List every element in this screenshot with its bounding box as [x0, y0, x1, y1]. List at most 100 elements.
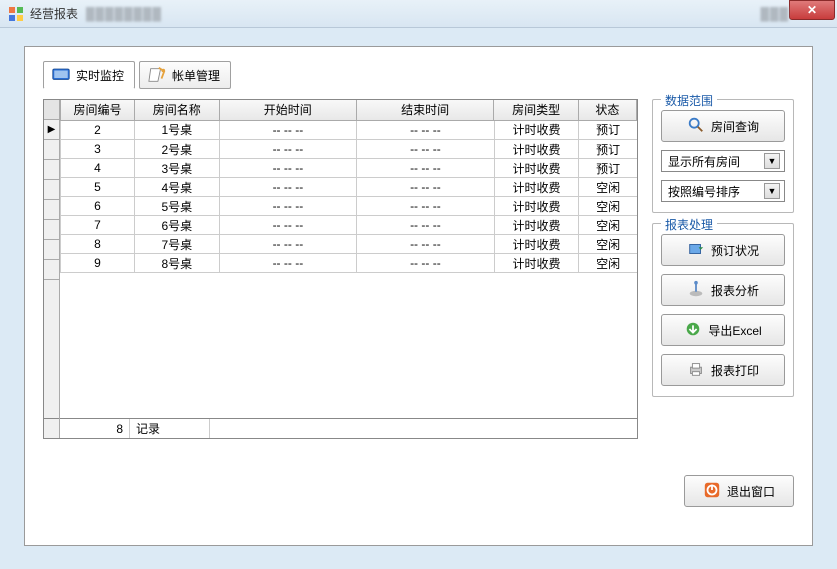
- cell-end: -- -- --: [357, 159, 495, 178]
- cell-name: 4号桌: [135, 178, 220, 197]
- cell-end: -- -- --: [357, 121, 495, 140]
- room-search-button[interactable]: 房间查询: [661, 110, 785, 142]
- power-icon: [703, 481, 721, 502]
- cell-name: 1号桌: [135, 121, 220, 140]
- legend: 报表处理: [661, 216, 717, 233]
- table-row[interactable]: 65号桌-- -- ---- -- --计时收费空闲: [61, 197, 638, 216]
- col-room-name[interactable]: 房间名称: [134, 100, 219, 120]
- button-label: 报表打印: [711, 362, 759, 379]
- chevron-down-icon: ▼: [764, 153, 780, 169]
- row-header-column: ▶: [44, 100, 60, 438]
- cell-start: -- -- --: [219, 235, 357, 254]
- grid-footer: 8 记录: [60, 418, 637, 438]
- cell-start: -- -- --: [219, 140, 357, 159]
- booking-status-button[interactable]: 预订状况: [661, 234, 785, 266]
- titlebar: 经营报表 ████████ ███ ✕: [0, 0, 837, 28]
- group-data-scope: 数据范围 房间查询 显示所有房间 ▼ 按照编号排序 ▼: [652, 99, 794, 213]
- sort-select[interactable]: 按照编号排序 ▼: [661, 180, 785, 202]
- cell-end: -- -- --: [357, 178, 495, 197]
- report-analysis-button[interactable]: 报表分析: [661, 274, 785, 306]
- export-icon: [684, 320, 702, 341]
- group-report-process: 报表处理 预订状况 报表分析 导出Excel: [652, 223, 794, 397]
- cell-type: 计时收费: [494, 178, 579, 197]
- cell-start: -- -- --: [219, 216, 357, 235]
- cell-end: -- -- --: [357, 216, 495, 235]
- bill-icon: [146, 66, 168, 84]
- col-room-id[interactable]: 房间编号: [61, 100, 135, 120]
- grid-rows: 21号桌-- -- ---- -- --计时收费预订32号桌-- -- ----…: [60, 121, 637, 274]
- close-icon: ✕: [807, 3, 817, 17]
- cell-status: 预订: [579, 159, 637, 178]
- table-row[interactable]: 32号桌-- -- ---- -- --计时收费预订: [61, 140, 638, 159]
- button-label: 导出Excel: [708, 322, 761, 339]
- tab-bar: 实时监控 帐单管理: [43, 61, 794, 89]
- cell-name: 5号桌: [135, 197, 220, 216]
- cell-end: -- -- --: [357, 197, 495, 216]
- window-title: 经营报表: [30, 5, 78, 22]
- cell-id: 4: [61, 159, 135, 178]
- data-grid[interactable]: ▶ 房间编号 房间名称 开始时间 结束时间 房间类型: [43, 99, 638, 439]
- cell-id: 2: [61, 121, 135, 140]
- cell-name: 6号桌: [135, 216, 220, 235]
- monitor-icon: [50, 66, 72, 84]
- cell-id: 6: [61, 197, 135, 216]
- cell-status: 空闲: [579, 216, 637, 235]
- table-row[interactable]: 98号桌-- -- ---- -- --计时收费空闲: [61, 254, 638, 273]
- table-row[interactable]: 76号桌-- -- ---- -- --计时收费空闲: [61, 216, 638, 235]
- booking-icon: [687, 240, 705, 261]
- cell-id: 3: [61, 140, 135, 159]
- cell-id: 8: [61, 235, 135, 254]
- cell-id: 5: [61, 178, 135, 197]
- select-value: 按照编号排序: [668, 183, 740, 200]
- cell-status: 预订: [579, 121, 637, 140]
- cell-start: -- -- --: [219, 159, 357, 178]
- blurred-text: ████████: [86, 7, 680, 21]
- record-count: 8: [116, 422, 123, 436]
- button-label: 房间查询: [711, 118, 759, 135]
- cell-name: 3号桌: [135, 159, 220, 178]
- export-excel-button[interactable]: 导出Excel: [661, 314, 785, 346]
- cell-start: -- -- --: [219, 197, 357, 216]
- button-label: 预订状况: [711, 242, 759, 259]
- cell-start: -- -- --: [219, 121, 357, 140]
- app-icon: [8, 6, 24, 22]
- button-label: 报表分析: [711, 282, 759, 299]
- col-status[interactable]: 状态: [578, 100, 636, 120]
- search-icon: [687, 116, 705, 137]
- blurred-text-2: ███: [680, 7, 789, 21]
- cell-status: 空闲: [579, 254, 637, 273]
- table-row[interactable]: 54号桌-- -- ---- -- --计时收费空闲: [61, 178, 638, 197]
- col-room-type[interactable]: 房间类型: [494, 100, 579, 120]
- cell-name: 7号桌: [135, 235, 220, 254]
- cell-type: 计时收费: [494, 140, 579, 159]
- print-icon: [687, 360, 705, 381]
- col-end-time[interactable]: 结束时间: [356, 100, 493, 120]
- row-pointer-icon: ▶: [48, 124, 56, 135]
- cell-name: 8号桌: [135, 254, 220, 273]
- cell-start: -- -- --: [219, 178, 357, 197]
- tab-bill[interactable]: 帐单管理: [139, 61, 231, 89]
- cell-type: 计时收费: [494, 235, 579, 254]
- cell-type: 计时收费: [494, 121, 579, 140]
- table-row[interactable]: 87号桌-- -- ---- -- --计时收费空闲: [61, 235, 638, 254]
- grid-header: 房间编号 房间名称 开始时间 结束时间 房间类型 状态: [60, 100, 637, 121]
- exit-window-button[interactable]: 退出窗口: [684, 475, 794, 507]
- analysis-icon: [687, 280, 705, 301]
- table-row[interactable]: 21号桌-- -- ---- -- --计时收费预订: [61, 121, 638, 140]
- table-row[interactable]: 43号桌-- -- ---- -- --计时收费预订: [61, 159, 638, 178]
- cell-id: 7: [61, 216, 135, 235]
- chevron-down-icon: ▼: [764, 183, 780, 199]
- legend: 数据范围: [661, 92, 717, 109]
- cell-type: 计时收费: [494, 254, 579, 273]
- col-start-time[interactable]: 开始时间: [219, 100, 356, 120]
- record-label: 记录: [136, 420, 160, 437]
- room-filter-select[interactable]: 显示所有房间 ▼: [661, 150, 785, 172]
- close-button[interactable]: ✕: [789, 0, 835, 20]
- print-report-button[interactable]: 报表打印: [661, 354, 785, 386]
- cell-end: -- -- --: [357, 254, 495, 273]
- cell-status: 空闲: [579, 178, 637, 197]
- cell-start: -- -- --: [219, 254, 357, 273]
- select-value: 显示所有房间: [668, 153, 740, 170]
- cell-status: 空闲: [579, 235, 637, 254]
- tab-monitor[interactable]: 实时监控: [43, 61, 135, 89]
